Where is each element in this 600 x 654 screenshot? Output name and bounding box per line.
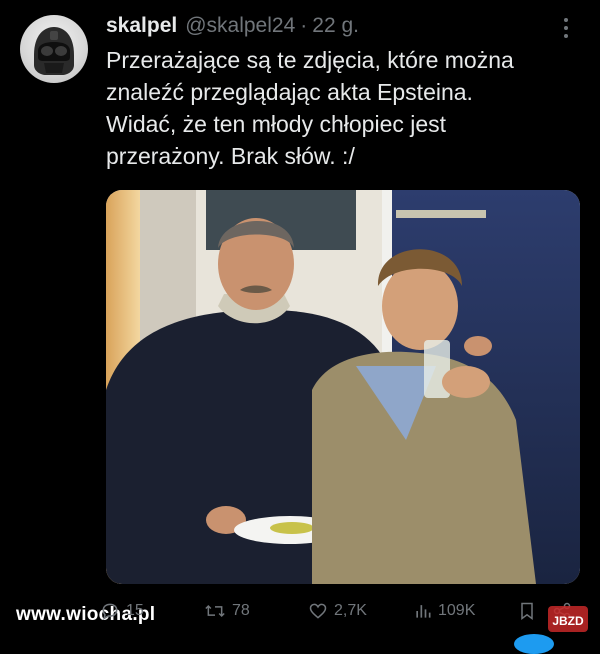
retweet-button[interactable]: 78 xyxy=(204,598,250,624)
like-count: 2,7K xyxy=(334,602,367,619)
heart-icon xyxy=(309,603,327,619)
post-time[interactable]: 22 g. xyxy=(312,14,359,38)
like-button[interactable]: 2,7K xyxy=(308,598,367,624)
display-name[interactable]: skalpel xyxy=(106,14,177,38)
more-vertical-icon[interactable] xyxy=(556,14,576,42)
tweet-header: skalpel @skalpel24 · 22 g. xyxy=(106,14,359,40)
compose-button-edge[interactable] xyxy=(514,634,554,654)
retweet-icon xyxy=(205,604,225,618)
tweet-text: Przerażające są te zdjęcia, które można … xyxy=(106,47,514,169)
bookmark-icon xyxy=(521,602,533,620)
avatar[interactable] xyxy=(20,15,88,83)
bookmark-button[interactable] xyxy=(518,598,536,624)
retweet-count: 78 xyxy=(232,602,250,619)
tweet-actions: 15 78 2,7K 109K xyxy=(100,598,580,624)
reply-button[interactable]: 15 xyxy=(100,598,144,624)
helmet-icon xyxy=(34,27,74,75)
tweet-photo[interactable] xyxy=(106,190,580,584)
reply-count: 15 xyxy=(126,602,144,619)
views-button[interactable]: 109K xyxy=(414,598,475,624)
jbzd-logo: JBZD xyxy=(546,600,590,636)
jbzd-logo-text: JBZD xyxy=(552,614,584,628)
views-count: 109K xyxy=(438,602,476,619)
separator-dot: · xyxy=(300,14,308,37)
views-icon xyxy=(416,605,431,618)
reply-icon xyxy=(102,603,118,621)
user-handle[interactable]: @skalpel24 xyxy=(185,14,295,38)
